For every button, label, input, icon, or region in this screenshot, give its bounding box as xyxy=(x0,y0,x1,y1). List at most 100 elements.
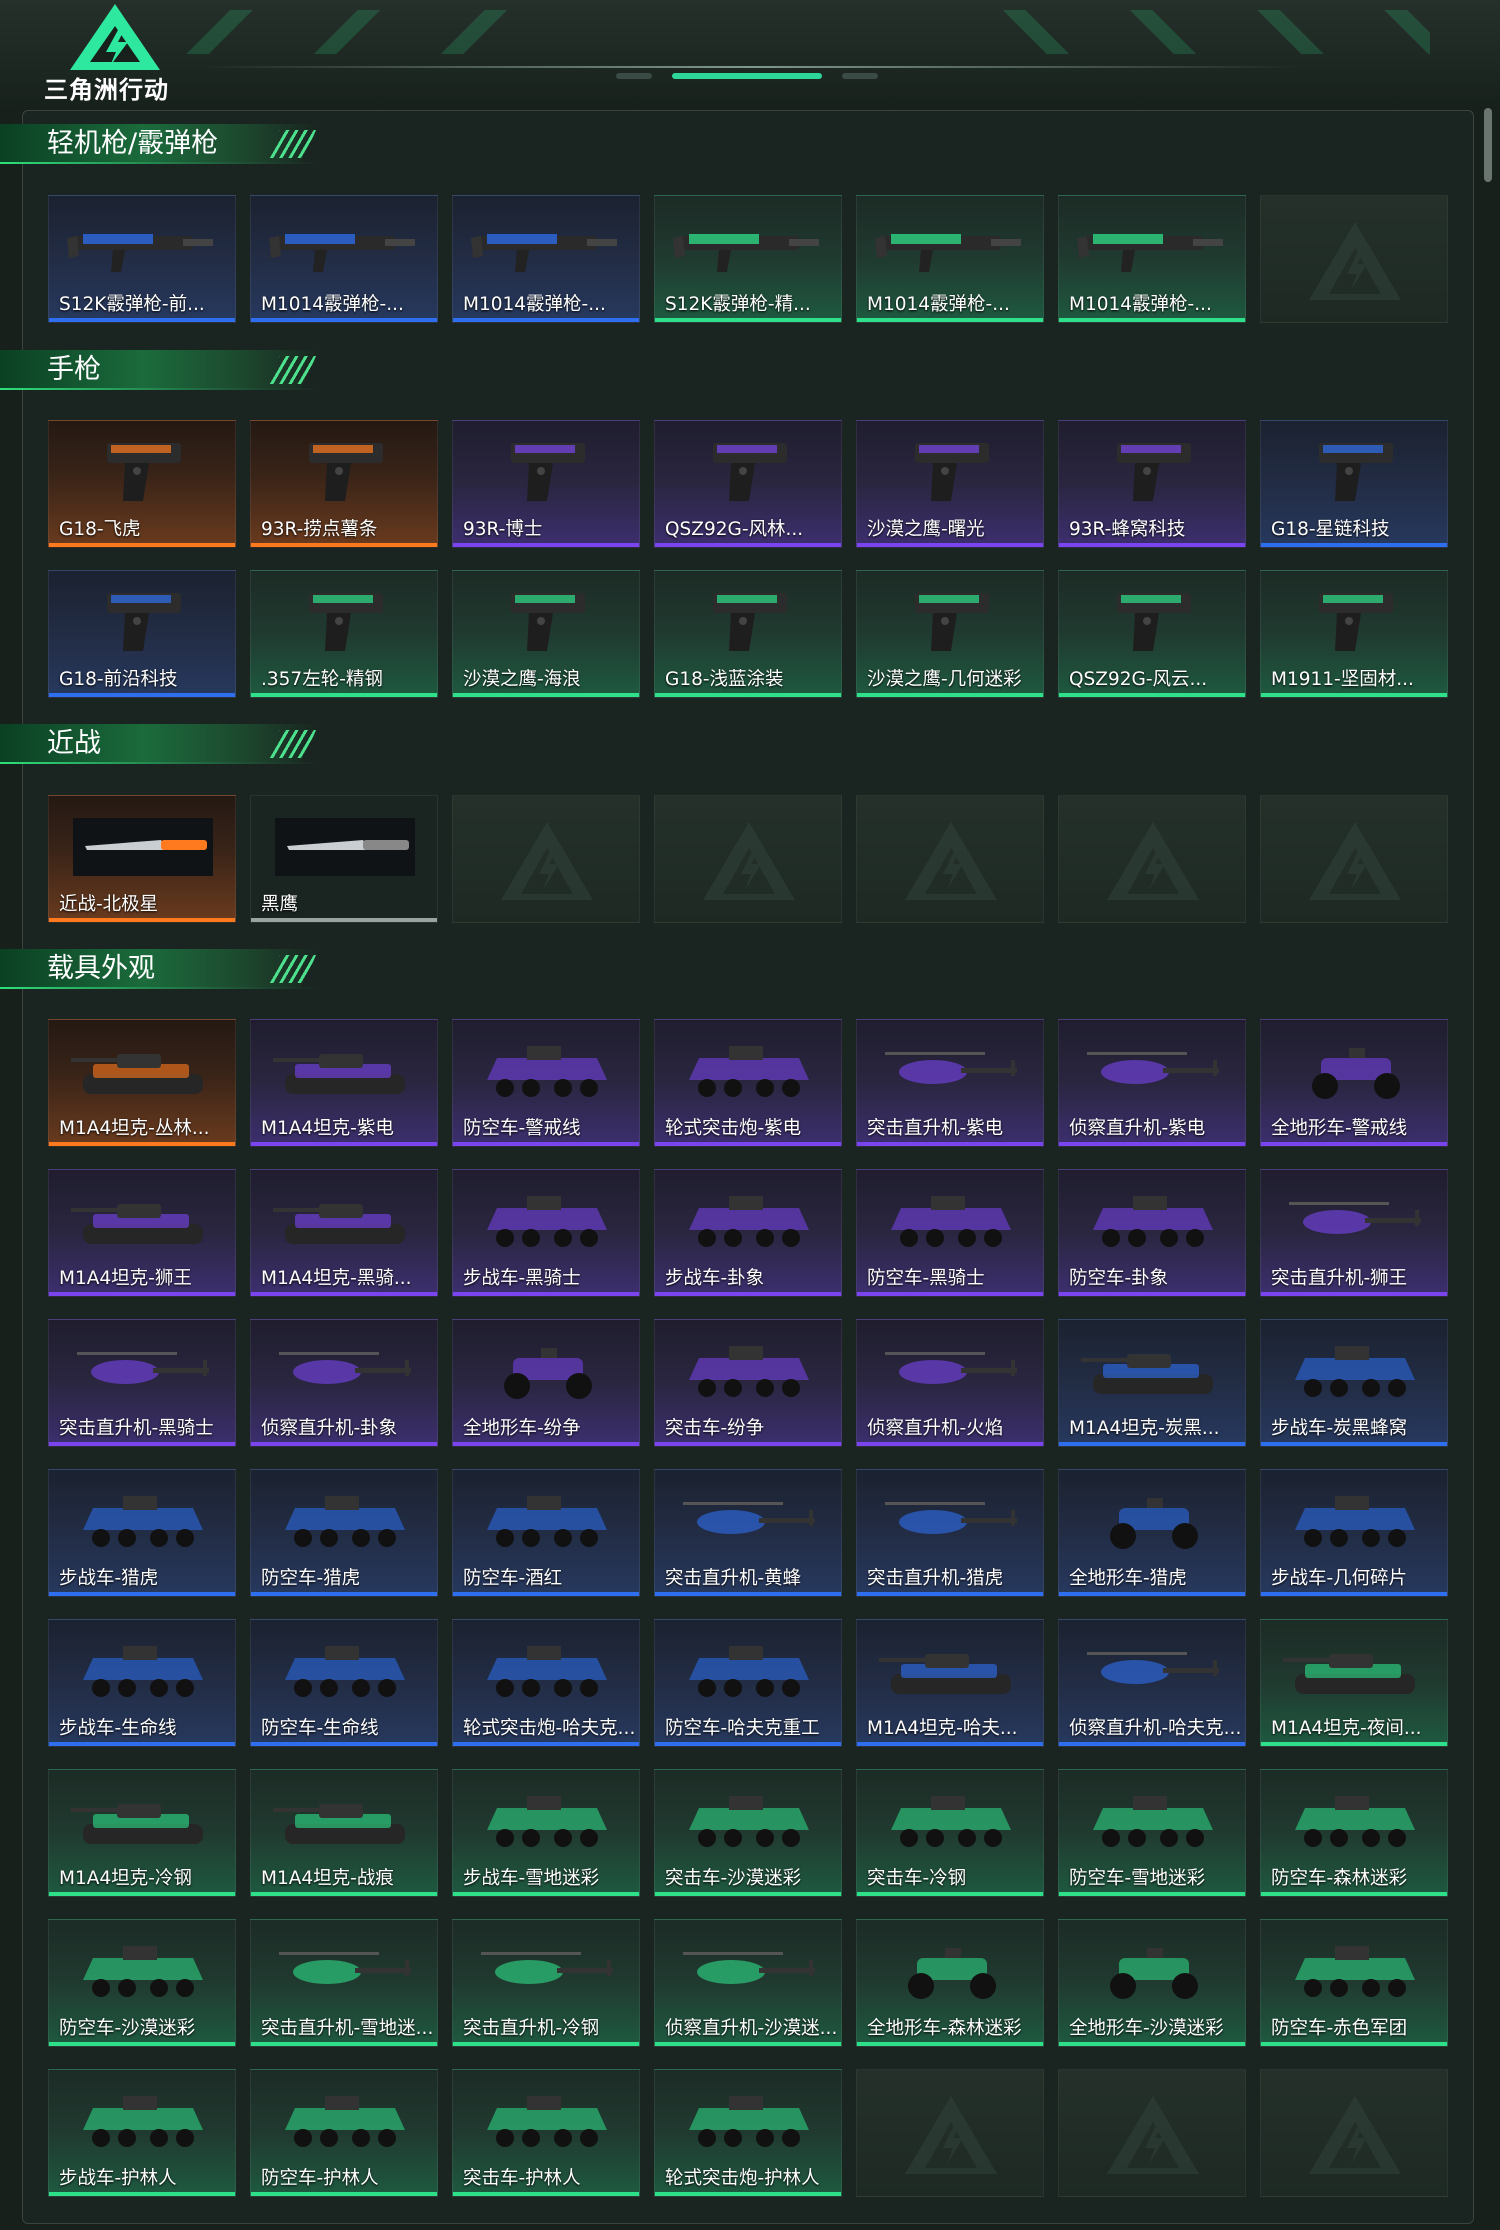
item-card[interactable]: M1A4坦克-丛林... xyxy=(48,1019,236,1147)
item-card[interactable]: M1A4坦克-紫电 xyxy=(250,1019,438,1147)
item-card[interactable]: 步战车-雪地迷彩 xyxy=(452,1769,640,1897)
item-card[interactable]: 突击直升机-猎虎 xyxy=(856,1469,1044,1597)
item-card[interactable]: 步战车-黑骑士 xyxy=(452,1169,640,1297)
item-card[interactable]: 轮式突击炮-紫电 xyxy=(654,1019,842,1147)
item-card[interactable]: M1A4坦克-夜间... xyxy=(1260,1619,1448,1747)
item-card[interactable]: 步战车-卦象 xyxy=(654,1169,842,1297)
item-card[interactable]: M1911-坚固材... xyxy=(1260,570,1448,698)
rarity-bar xyxy=(251,918,437,922)
item-card[interactable]: 防空车-雪地迷彩 xyxy=(1058,1769,1246,1897)
item-card[interactable]: 侦察直升机-火焰 xyxy=(856,1319,1044,1447)
pistol-icon xyxy=(511,443,585,501)
empty-slot[interactable] xyxy=(1260,195,1448,323)
item-card[interactable]: 侦察直升机-沙漠迷... xyxy=(654,1919,842,2047)
item-card[interactable]: 步战车-几何碎片 xyxy=(1260,1469,1448,1597)
item-card[interactable]: 全地形车-猎虎 xyxy=(1058,1469,1246,1597)
item-card[interactable]: 93R-捞点薯条 xyxy=(250,420,438,548)
empty-slot[interactable] xyxy=(1260,795,1448,923)
empty-slot[interactable] xyxy=(452,795,640,923)
item-card[interactable]: G18-浅蓝涂装 xyxy=(654,570,842,698)
item-card[interactable]: QSZ92G-风林... xyxy=(654,420,842,548)
item-card[interactable]: 防空车-生命线 xyxy=(250,1619,438,1747)
item-card[interactable]: 侦察直升机-卦象 xyxy=(250,1319,438,1447)
tank-icon xyxy=(273,1204,405,1244)
item-card[interactable]: 全地形车-警戒线 xyxy=(1260,1019,1448,1147)
rarity-bar xyxy=(49,2192,235,2196)
item-card[interactable]: 突击车-冷钢 xyxy=(856,1769,1044,1897)
item-card[interactable]: G18-前沿科技 xyxy=(48,570,236,698)
item-name: 步战车-炭黑蜂窝 xyxy=(1271,1418,1408,1439)
empty-slot[interactable] xyxy=(1058,2069,1246,2197)
item-card[interactable]: 93R-蜂窝科技 xyxy=(1058,420,1246,548)
item-card[interactable]: S12K霰弹枪-前... xyxy=(48,195,236,323)
item-card[interactable]: 防空车-警戒线 xyxy=(452,1019,640,1147)
item-card[interactable]: 防空车-护林人 xyxy=(250,2069,438,2197)
item-card[interactable]: 防空车-黑骑士 xyxy=(856,1169,1044,1297)
item-card[interactable]: S12K霰弹枪-精... xyxy=(654,195,842,323)
item-name: QSZ92G-风林... xyxy=(665,519,804,540)
item-card[interactable]: 步战车-猎虎 xyxy=(48,1469,236,1597)
item-card[interactable]: 沙漠之鹰-海浪 xyxy=(452,570,640,698)
empty-slot[interactable] xyxy=(856,2069,1044,2197)
item-card[interactable]: 近战-北极星 xyxy=(48,795,236,923)
item-card[interactable]: M1014霰弹枪-... xyxy=(452,195,640,323)
item-card[interactable]: 突击直升机-冷钢 xyxy=(452,1919,640,2047)
item-card[interactable]: M1014霰弹枪-... xyxy=(1058,195,1246,323)
item-card[interactable]: 步战车-生命线 xyxy=(48,1619,236,1747)
item-card[interactable]: 全地形车-森林迷彩 xyxy=(856,1919,1044,2047)
item-card[interactable]: 突击车-纷争 xyxy=(654,1319,842,1447)
item-card[interactable]: .357左轮-精钢 xyxy=(250,570,438,698)
apc-icon xyxy=(1295,1796,1415,1847)
item-card[interactable]: 防空车-沙漠迷彩 xyxy=(48,1919,236,2047)
item-card[interactable]: M1A4坦克-炭黑... xyxy=(1058,1319,1246,1447)
item-card[interactable]: 突击直升机-狮王 xyxy=(1260,1169,1448,1297)
pistol-icon xyxy=(107,443,181,501)
item-name: 突击车-纷争 xyxy=(665,1418,765,1439)
empty-slot[interactable] xyxy=(654,795,842,923)
item-card[interactable]: M1014霰弹枪-... xyxy=(250,195,438,323)
item-card[interactable]: G18-星链科技 xyxy=(1260,420,1448,548)
item-card[interactable]: G18-飞虎 xyxy=(48,420,236,548)
item-card[interactable]: 侦察直升机-哈夫克... xyxy=(1058,1619,1246,1747)
item-card[interactable]: 步战车-护林人 xyxy=(48,2069,236,2197)
item-card[interactable]: 防空车-酒红 xyxy=(452,1469,640,1597)
item-card[interactable]: 突击车-沙漠迷彩 xyxy=(654,1769,842,1897)
empty-slot-logo-icon xyxy=(1309,222,1401,300)
item-card[interactable]: 侦察直升机-紫电 xyxy=(1058,1019,1246,1147)
apc-icon xyxy=(487,1196,607,1247)
item-card[interactable]: 全地形车-沙漠迷彩 xyxy=(1058,1919,1246,2047)
item-card[interactable]: M1A4坦克-狮王 xyxy=(48,1169,236,1297)
item-card[interactable]: M1A4坦克-黑骑... xyxy=(250,1169,438,1297)
item-card[interactable]: 防空车-赤色军团 xyxy=(1260,1919,1448,2047)
item-card[interactable]: 轮式突击炮-护林人 xyxy=(654,2069,842,2197)
item-card[interactable]: M1A4坦克-战痕 xyxy=(250,1769,438,1897)
item-name: M1A4坦克-紫电 xyxy=(261,1118,394,1139)
rarity-bar xyxy=(655,543,841,547)
item-card[interactable]: 步战车-炭黑蜂窝 xyxy=(1260,1319,1448,1447)
item-name: 全地形车-沙漠迷彩 xyxy=(1069,2018,1224,2039)
item-card[interactable]: 突击直升机-紫电 xyxy=(856,1019,1044,1147)
item-card[interactable]: 突击直升机-黄蜂 xyxy=(654,1469,842,1597)
item-card[interactable]: 突击车-护林人 xyxy=(452,2069,640,2197)
item-card[interactable]: 防空车-猎虎 xyxy=(250,1469,438,1597)
item-card[interactable]: M1A4坦克-哈夫... xyxy=(856,1619,1044,1747)
item-card[interactable]: M1014霰弹枪-... xyxy=(856,195,1044,323)
rarity-bar xyxy=(655,2192,841,2196)
item-card[interactable]: 防空车-哈夫克重工 xyxy=(654,1619,842,1747)
empty-slot[interactable] xyxy=(1058,795,1246,923)
item-card[interactable]: M1A4坦克-冷钢 xyxy=(48,1769,236,1897)
empty-slot[interactable] xyxy=(1260,2069,1448,2197)
item-card[interactable]: 黑鹰 xyxy=(250,795,438,923)
item-card[interactable]: 全地形车-纷争 xyxy=(452,1319,640,1447)
item-card[interactable]: 突击直升机-黑骑士 xyxy=(48,1319,236,1447)
item-card[interactable]: 轮式突击炮-哈夫克... xyxy=(452,1619,640,1747)
empty-slot[interactable] xyxy=(856,795,1044,923)
scrollbar[interactable] xyxy=(1484,108,1492,182)
item-card[interactable]: QSZ92G-风云... xyxy=(1058,570,1246,698)
item-card[interactable]: 防空车-卦象 xyxy=(1058,1169,1246,1297)
item-card[interactable]: 沙漠之鹰-几何迷彩 xyxy=(856,570,1044,698)
item-card[interactable]: 沙漠之鹰-曙光 xyxy=(856,420,1044,548)
item-card[interactable]: 突击直升机-雪地迷... xyxy=(250,1919,438,2047)
item-card[interactable]: 防空车-森林迷彩 xyxy=(1260,1769,1448,1897)
item-card[interactable]: 93R-博士 xyxy=(452,420,640,548)
